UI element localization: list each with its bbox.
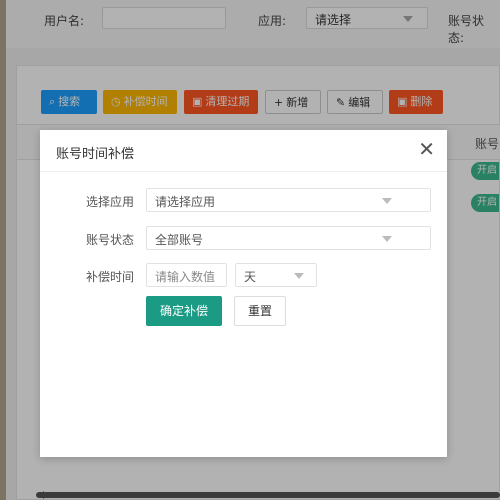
dialog-header: 账号时间补偿 ✕ bbox=[40, 130, 447, 172]
compensate-time-label: 补偿时间 bbox=[85, 270, 134, 284]
chevron-down-icon bbox=[382, 198, 392, 204]
time-unit-value: 天 bbox=[244, 270, 257, 284]
time-unit-select[interactable]: 天 bbox=[235, 263, 317, 287]
reset-button[interactable]: 重置 bbox=[234, 296, 286, 326]
select-app-value: 请选择应用 bbox=[155, 195, 216, 209]
select-app-label: 选择应用 bbox=[85, 195, 134, 209]
chevron-down-icon bbox=[382, 236, 392, 242]
confirm-compensate-button[interactable]: 确定补偿 bbox=[146, 296, 222, 326]
account-status-label: 账号状态 bbox=[85, 233, 134, 247]
compensate-time-dialog: 账号时间补偿 ✕ 选择应用 请选择应用 账号状态 全部账号 补偿时间 请输入数值… bbox=[40, 130, 447, 457]
dialog-title: 账号时间补偿 bbox=[56, 147, 135, 162]
account-status-dropdown[interactable]: 全部账号 bbox=[146, 226, 431, 250]
chevron-down-icon bbox=[294, 273, 304, 279]
select-app-dropdown[interactable]: 请选择应用 bbox=[146, 188, 431, 212]
time-value-placeholder: 请输入数值 bbox=[155, 270, 216, 284]
close-icon[interactable]: ✕ bbox=[418, 139, 435, 159]
account-status-value: 全部账号 bbox=[155, 233, 204, 247]
time-value-input[interactable]: 请输入数值 bbox=[146, 263, 227, 287]
